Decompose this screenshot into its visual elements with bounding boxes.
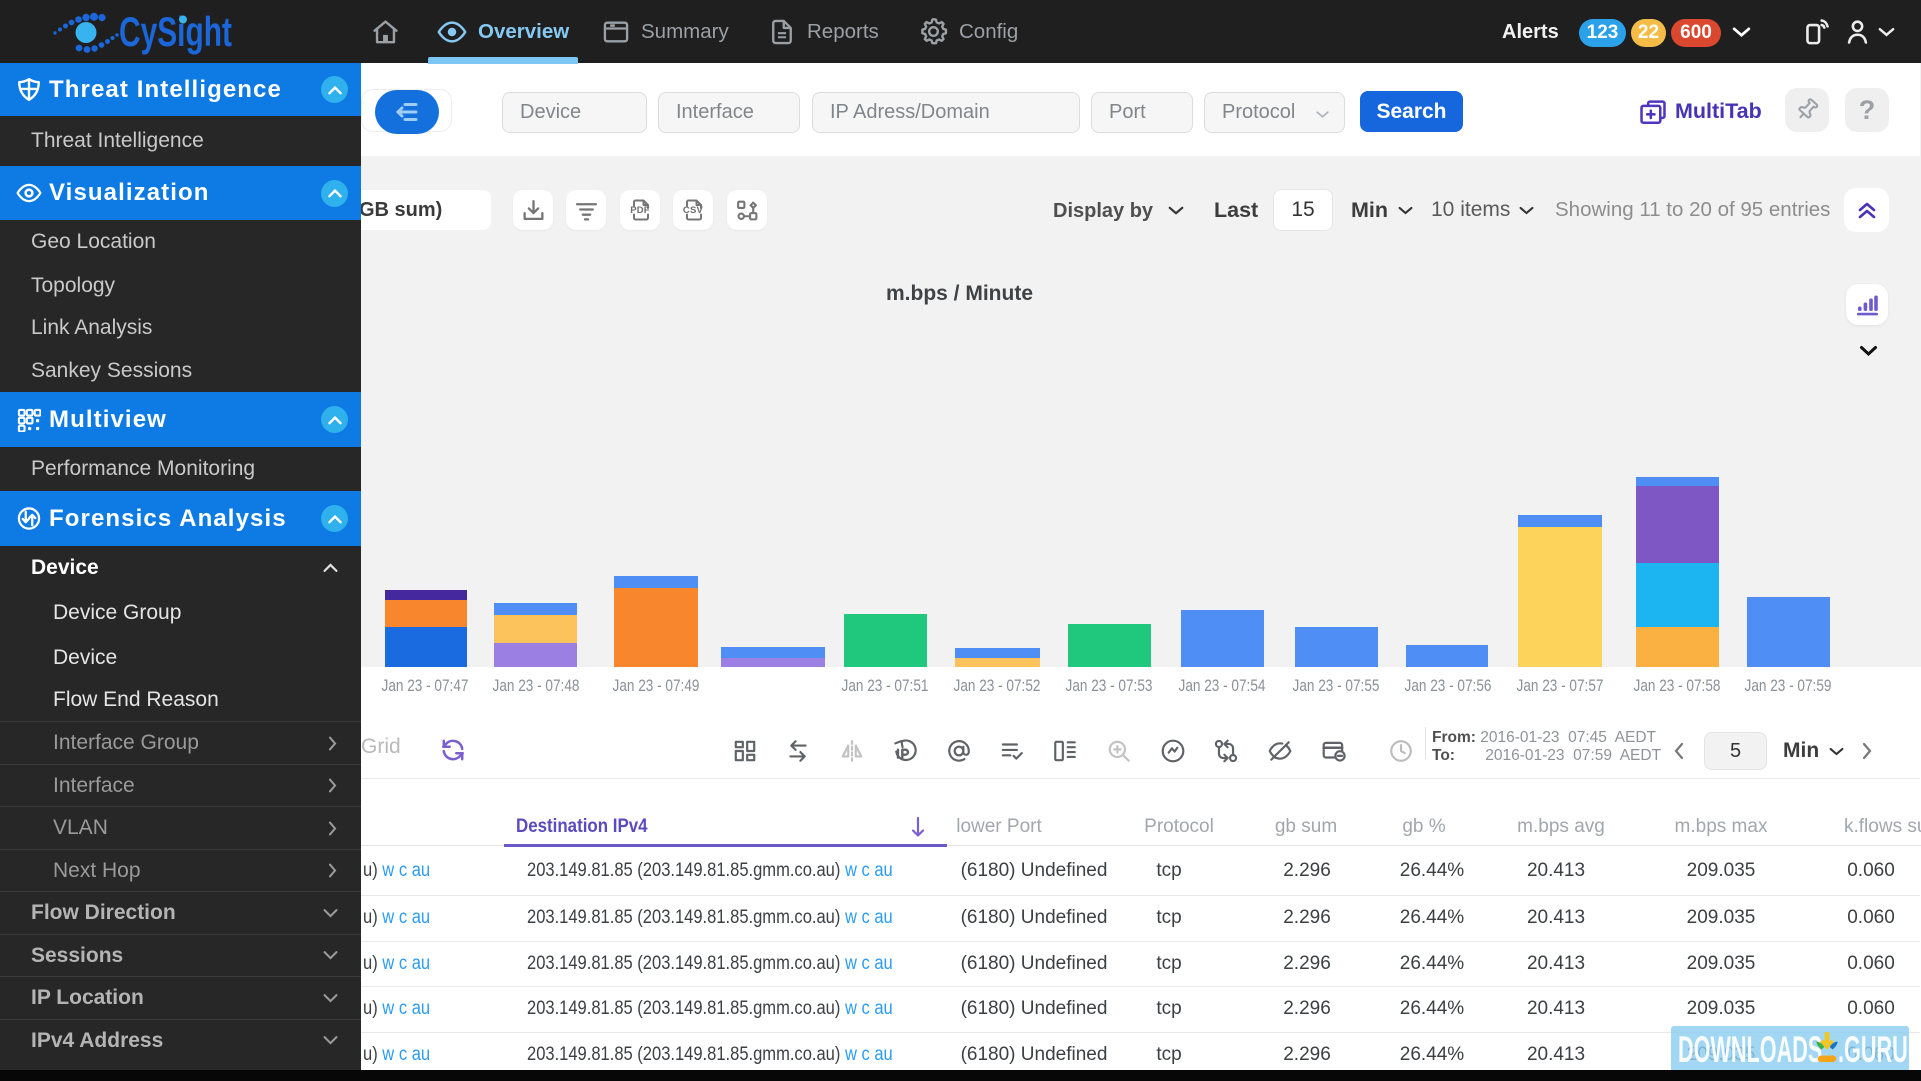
svg-text:CySight: CySight [119,8,232,55]
